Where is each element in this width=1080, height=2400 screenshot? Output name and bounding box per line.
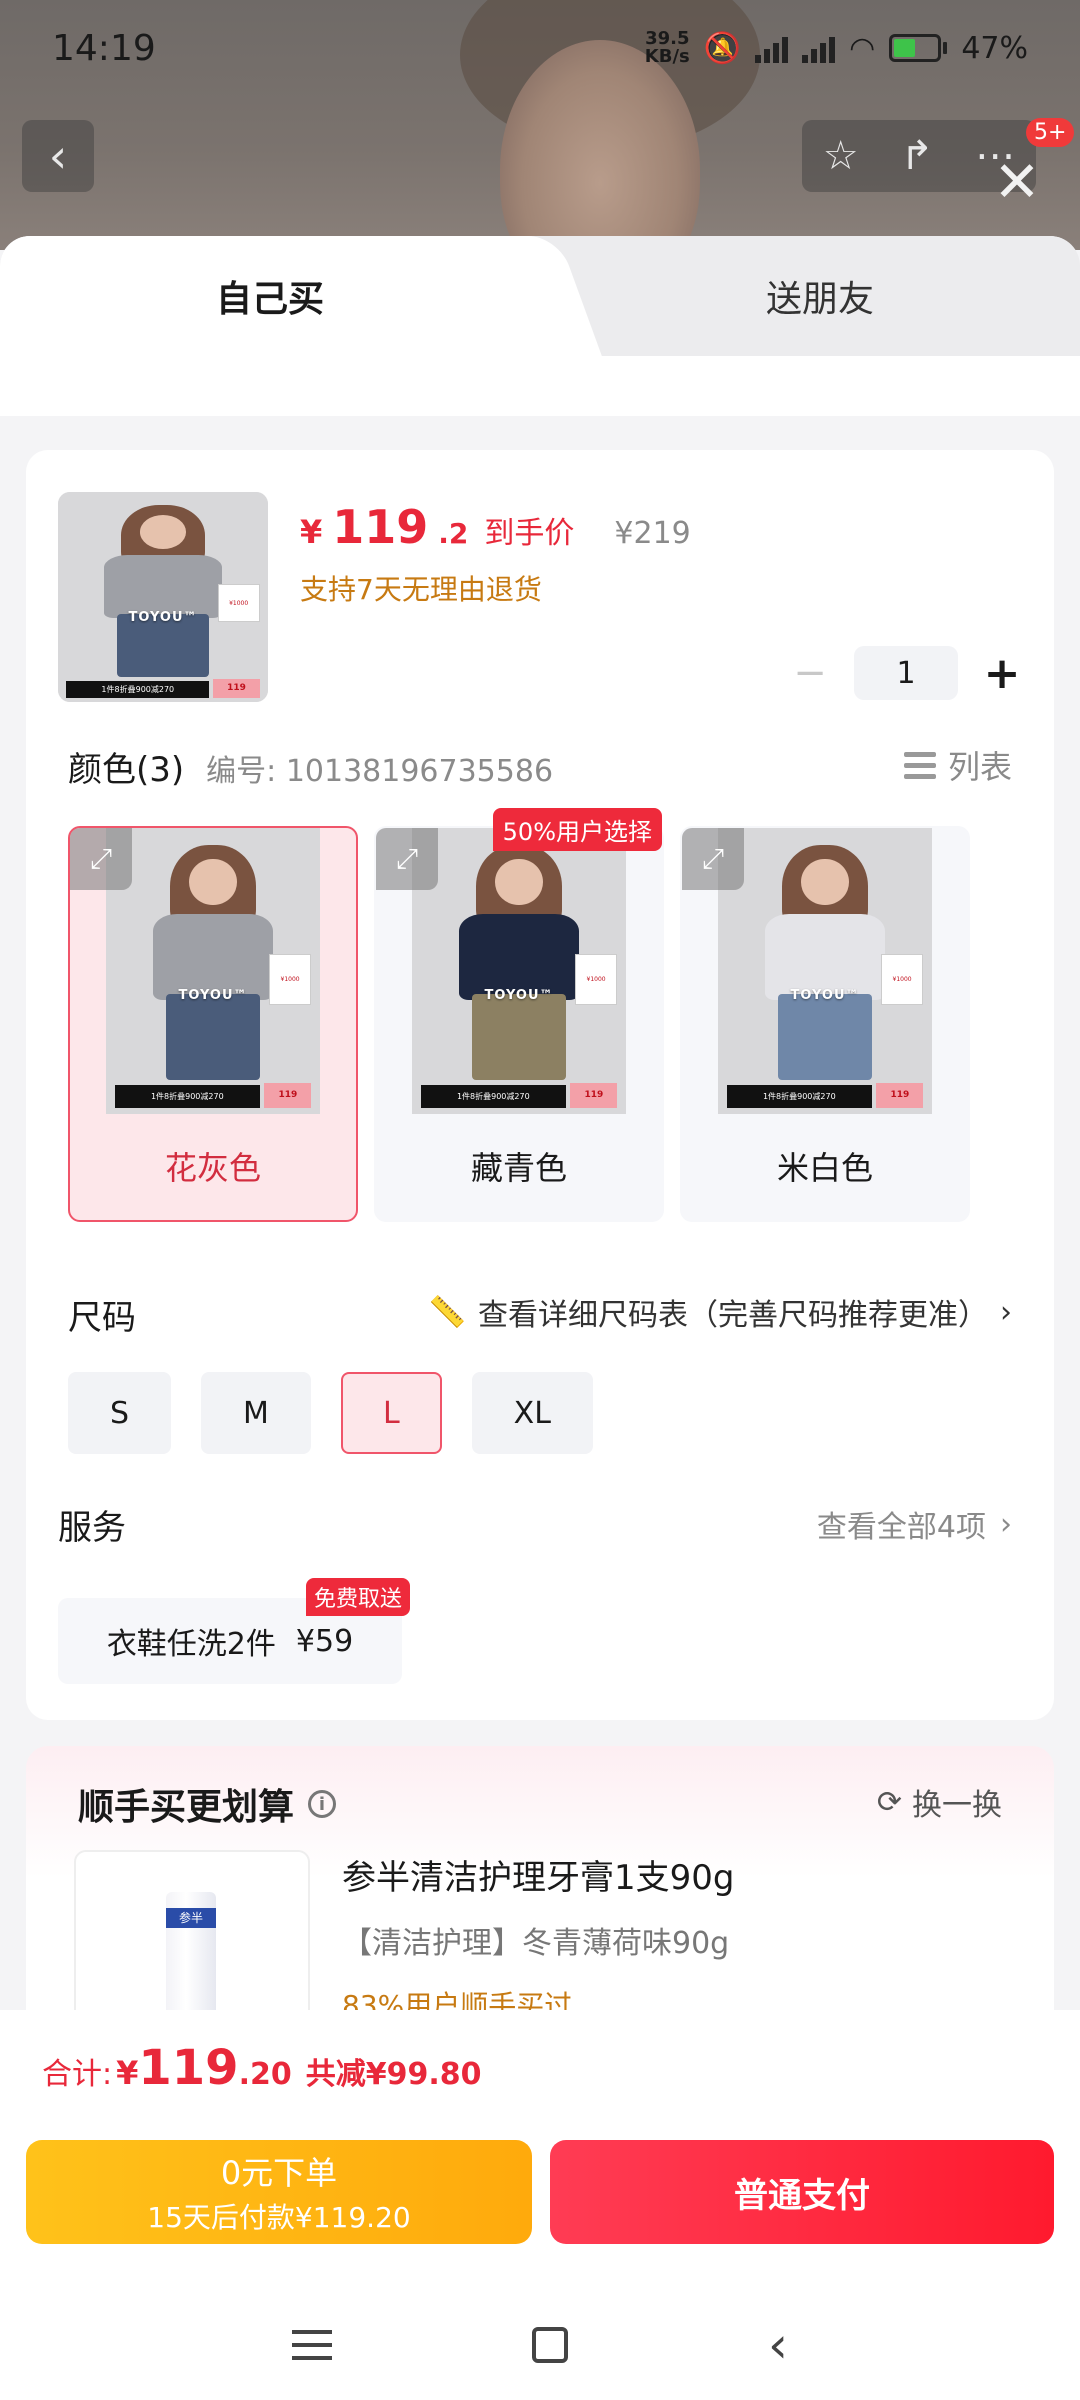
final-price: 119 [332,500,429,554]
total-price: 119 [138,2040,239,2096]
addon-product-desc: 【清洁护理】冬青薄荷味90g [342,1926,730,1961]
product-code: 编号: 10138196735586 [206,754,554,789]
decrease-quantity-button[interactable]: − [790,650,830,696]
increase-quantity-button[interactable]: + [982,648,1022,699]
service-name: 衣鞋任洗2件 [106,1627,276,1662]
addon-recommendation-card: 顺手买更划算 i ⟳ 换一换 参半 参半清洁护理牙膏1支90g 【清洁护理】冬青… [26,1746,1054,2016]
back-button[interactable]: ‹ [22,120,94,192]
product-image: TOYOU™ ¥1000 1件8折叠900减270 119 [58,492,268,702]
home-button[interactable] [532,2327,568,2363]
chevron-left-icon: ‹ [48,129,68,183]
size-option-s[interactable]: S [68,1372,172,1454]
signal-icon-2 [802,33,836,63]
quantity-stepper: − 1 + [790,646,1022,700]
color-title: 颜色(3) [68,750,185,790]
list-icon [903,749,936,781]
size-option-xl[interactable]: XL [471,1372,593,1454]
status-time: 14:19 [52,27,156,69]
chevron-right-icon: › [1000,1294,1012,1330]
addon-product-image[interactable]: 参半 [74,1850,310,2016]
refresh-icon: ⟳ [876,1784,902,1820]
size-option-l[interactable]: L [340,1372,442,1454]
popular-choice-badge: 50%用户选择 [492,808,662,851]
color-option-beige[interactable]: ⤢ TOYOU™ ¥1000 1件8折叠900减270 119 米白色 [680,826,970,1222]
size-options: S M L XL [68,1372,593,1454]
tab-spacer [0,356,1080,416]
service-title: 服务 [58,1508,126,1548]
recent-apps-button[interactable] [292,2328,332,2362]
color-options: ⤢ TOYOU™ ¥1000 1件8折叠900减270 119 花灰色 50%用户选择… [68,808,970,1222]
total-discount: 共减¥99.80 [305,2057,482,2092]
size-title: 尺码 [68,1298,136,1338]
system-back-button[interactable]: ‹ [768,2316,788,2374]
sku-selection-card: TOYOU™ ¥1000 1件8折叠900减270 119 ¥119.2 到手价… [26,450,1054,1720]
service-price: ¥59 [295,1623,354,1659]
color-option-image: TOYOU™ ¥1000 1件8折叠900减270 119 [106,828,320,1114]
battery-percent: 47% [961,30,1028,66]
status-icons: 39.5 KB/s 🔕 ◠ 47% [645,30,1028,66]
system-nav-bar: ‹ [0,2290,1080,2400]
quantity-value[interactable]: 1 [854,646,958,700]
favorite-star-icon[interactable]: ☆ [823,133,859,179]
final-price-label: 到手价 [484,516,575,551]
battery-icon [889,34,948,62]
notification-badge: 5+ [1026,118,1075,147]
return-policy: 支持7天无理由退货 [300,573,542,606]
pay-later-button[interactable]: 0元下单 15天后付款¥119.20 [26,2140,532,2244]
purchase-tabs: 自己买 送朋友 [0,236,1080,356]
price-row: ¥119.2 到手价 ¥219 [300,500,691,554]
close-sheet-button[interactable]: ✕ [992,155,1042,211]
refresh-addon-button[interactable]: ⟳ 换一换 [877,1780,1002,1824]
addon-product-name[interactable]: 参半清洁护理牙膏1支90g [342,1850,734,1899]
shirt-gray [153,913,273,1000]
color-section-header: 颜色(3) 编号: 10138196735586 [68,742,553,791]
total-row: 合计: ¥119.20 共减¥99.80 [42,2040,482,2096]
ruler-icon: 📏 [428,1294,466,1330]
toothpaste-image: 参半 [166,1892,216,2016]
view-all-services[interactable]: 查看全部4项 › [817,1502,1012,1546]
chevron-right-icon: › [1000,1506,1012,1542]
share-icon[interactable]: ↱ [900,133,934,179]
size-option-m[interactable]: M [201,1372,311,1454]
color-option-navy[interactable]: 50%用户选择 ⤢ TOYOU™ ¥1000 1件8折叠900减270 119 藏青色 [374,808,664,1222]
size-chart-link[interactable]: 📏 查看详细尺码表（完善尺码推荐更准） › [429,1290,1012,1334]
close-icon: ✕ [993,150,1041,215]
tab-buy-self[interactable]: 自己买 [0,236,540,356]
signal-icon [755,33,789,63]
free-pickup-badge: 免费取送 [306,1578,411,1616]
expand-icon[interactable]: ⤢ [682,828,744,890]
purchase-sheet: 自己买 送朋友 TOYOU™ ¥1000 1件8折叠900减270 119 ¥1… [0,236,1080,2016]
network-speed: 39.5 KB/s [644,28,690,67]
color-option-label: 藏青色 [470,1149,567,1187]
wifi-icon: ◠ [849,30,876,66]
addon-title: 顺手买更划算 i [78,1778,337,1830]
color-option-label: 花灰色 [164,1149,261,1187]
mute-icon: 🔕 [703,30,742,66]
expand-icon[interactable]: ⤢ [376,828,438,890]
color-option-label: 米白色 [776,1149,873,1187]
expand-icon[interactable]: ⤢ [70,828,132,890]
info-icon[interactable]: i [308,1790,337,1818]
product-thumbnail[interactable]: TOYOU™ ¥1000 1件8折叠900减270 119 [58,492,268,702]
color-option-image: TOYOU™ ¥1000 1件8折叠900减270 119 [718,828,932,1114]
color-option-image: TOYOU™ ¥1000 1件8折叠900减270 119 [412,828,626,1114]
list-view-toggle[interactable]: 列表 [903,742,1012,788]
status-bar: 14:19 39.5 KB/s 🔕 ◠ 47% [0,0,1080,96]
color-option-gray[interactable]: ⤢ TOYOU™ ¥1000 1件8折叠900减270 119 花灰色 [68,826,358,1222]
original-price: ¥219 [614,516,691,551]
tab-gift-friend[interactable]: 送朋友 [560,236,1080,356]
normal-pay-button[interactable]: 普通支付 [550,2140,1054,2244]
